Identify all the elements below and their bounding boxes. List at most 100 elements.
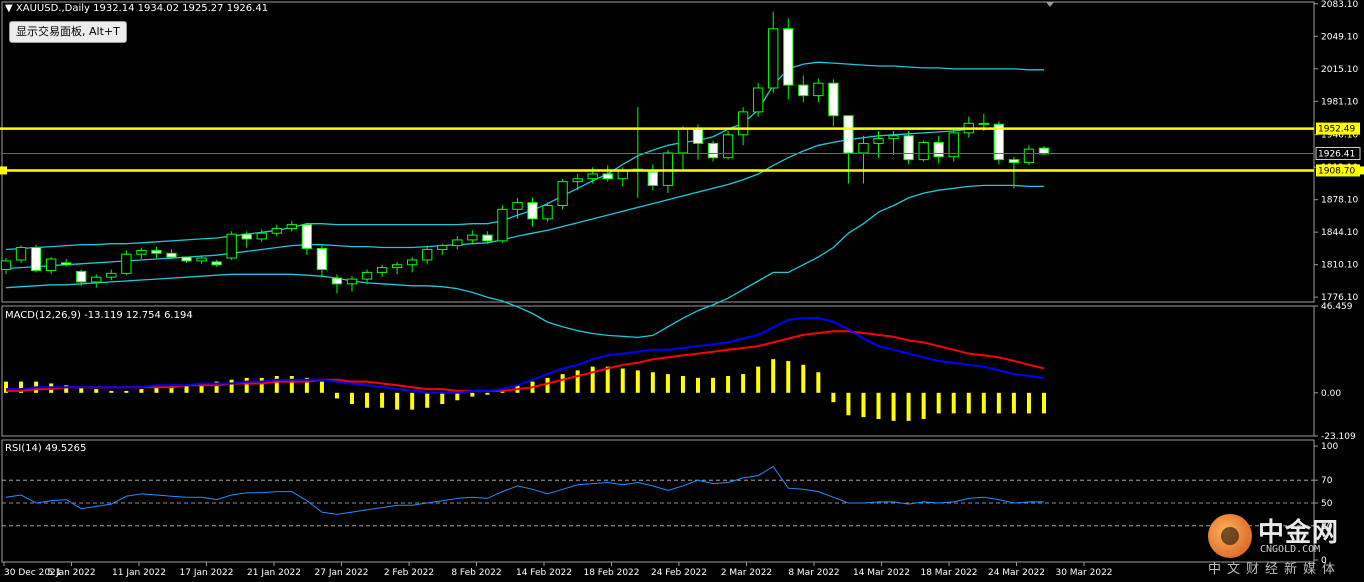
macd-bar-48 [726, 375, 731, 393]
macd-bar-44 [665, 374, 670, 393]
trading-chart[interactable]: 1776.101810.101844.101878.101912.101946.… [0, 0, 1364, 582]
candle-17 [256, 232, 267, 240]
macd-bar-68 [1026, 392, 1031, 414]
macd-bar-38 [575, 370, 580, 393]
candle-32 [482, 234, 493, 242]
macd-bar-7 [109, 390, 114, 393]
price-tick-label-2: 1844.10 [1321, 228, 1358, 238]
macd-bar-24 [365, 392, 370, 408]
candle-43 [647, 171, 659, 186]
bollinger-middle-line [5, 127, 1044, 270]
time-label-7: 8 Feb 2022 [451, 568, 501, 578]
candle-34 [512, 202, 523, 210]
macd-bar-16 [244, 377, 249, 393]
time-label-6: 2 Feb 2022 [384, 568, 434, 578]
macd-bar-19 [289, 375, 294, 393]
macd-bar-36 [545, 377, 550, 393]
candle-29 [437, 245, 448, 250]
macd-bar-31 [470, 392, 475, 397]
candle-36 [542, 205, 553, 220]
macd-bar-26 [395, 392, 400, 410]
candle-22 [331, 277, 343, 285]
trade-panel-button[interactable]: 显示交易面板, Alt+T [9, 21, 127, 43]
price-tick-label-7: 2015.10 [1321, 65, 1358, 75]
macd-bar-9 [139, 389, 144, 393]
candle-48 [722, 134, 734, 159]
candle-24 [361, 271, 373, 280]
macd-bar-59 [891, 392, 896, 421]
rsi-title: RSI(14) 49.5265 [5, 443, 87, 454]
macd-bar-53 [801, 364, 806, 393]
watermark-sub: 中文财经新媒体 [1208, 562, 1342, 577]
macd-bar-41 [620, 368, 625, 393]
price-tick-label-1: 1810.10 [1321, 261, 1358, 271]
chart-header: ▼ XAUUSD.,Daily 1932.14 1934.02 1925.27 … [5, 3, 268, 14]
macd-bar-61 [921, 392, 926, 419]
time-label-1: 5 Jan 2022 [47, 568, 95, 578]
candle-31 [467, 234, 478, 241]
macd-bar-66 [996, 392, 1001, 414]
candle-30 [452, 239, 463, 247]
candle-56 [843, 115, 854, 154]
candle-13 [196, 257, 207, 262]
time-label-3: 17 Jan 2022 [180, 568, 234, 578]
macd-bar-64 [966, 392, 971, 414]
candle-16 [241, 233, 252, 240]
candle-20 [301, 224, 313, 249]
macd-bar-50 [756, 366, 761, 393]
candle-47 [707, 142, 719, 159]
time-label-9: 18 Feb 2022 [583, 568, 639, 578]
macd-title: MACD(12,26,9) -13.119 12.754 6.194 [5, 310, 193, 321]
macd-bar-51 [771, 359, 776, 393]
macd-bar-52 [786, 361, 791, 393]
macd-bar-39 [590, 366, 595, 393]
rsi-tick-label-2: 50 [1321, 499, 1333, 509]
cngold-watermark: 中金网 CNGOLD.COM 中文财经新媒体 [1204, 512, 1364, 582]
macd-bar-40 [605, 366, 610, 393]
macd-bar-67 [1011, 392, 1016, 414]
candle-33 [497, 208, 508, 242]
candle-67 [1008, 159, 1020, 164]
macd-bar-57 [861, 392, 866, 418]
candle-15 [226, 233, 237, 259]
macd-bar-15 [229, 379, 234, 393]
macd-bar-28 [425, 392, 430, 408]
candle-57 [858, 142, 869, 154]
macd-bar-49 [741, 374, 746, 393]
symbol-header: XAUUSD.,Daily 1932.14 1934.02 1925.27 19… [15, 3, 269, 14]
candle-23 [346, 278, 358, 285]
candle-38 [572, 178, 583, 183]
candle-39 [587, 173, 598, 180]
candle-21 [316, 247, 328, 271]
macd-bar-8 [124, 390, 129, 393]
macd-tick-label-1: 0.00 [1321, 389, 1341, 399]
candle-3 [45, 258, 57, 271]
candle-58 [873, 138, 884, 144]
macd-bar-55 [831, 392, 836, 403]
candle-68 [1023, 148, 1035, 164]
dropdown-arrow-icon[interactable]: ▼ [5, 3, 13, 14]
level-handle-left [0, 166, 7, 175]
candle-40 [602, 173, 613, 180]
time-label-10: 24 Feb 2022 [651, 568, 707, 578]
macd-bar-21 [319, 381, 324, 393]
macd-bar-46 [696, 377, 700, 393]
candle-45 [677, 127, 689, 154]
candle-35 [527, 202, 538, 220]
macd-bar-65 [981, 392, 986, 414]
macd-bar-54 [816, 372, 821, 393]
candle-60 [903, 135, 914, 161]
price-tick-label-9: 2083.10 [1321, 0, 1358, 10]
price-tick-label-8: 2049.10 [1321, 32, 1358, 42]
macd-main-line [6, 317, 1045, 394]
candle-59 [888, 135, 899, 140]
price-tick-label-3: 1878.10 [1321, 196, 1358, 206]
candle-14 [211, 261, 222, 266]
current-price-label: 1926.41 [1318, 150, 1355, 160]
macd-bar-58 [876, 392, 881, 419]
candle-6 [91, 276, 102, 283]
scroll-marker-icon [1046, 2, 1054, 7]
macd-bar-32 [485, 392, 490, 395]
watermark-en: CNGOLD.COM [1260, 544, 1321, 555]
time-label-5: 27 Jan 2022 [315, 568, 369, 578]
